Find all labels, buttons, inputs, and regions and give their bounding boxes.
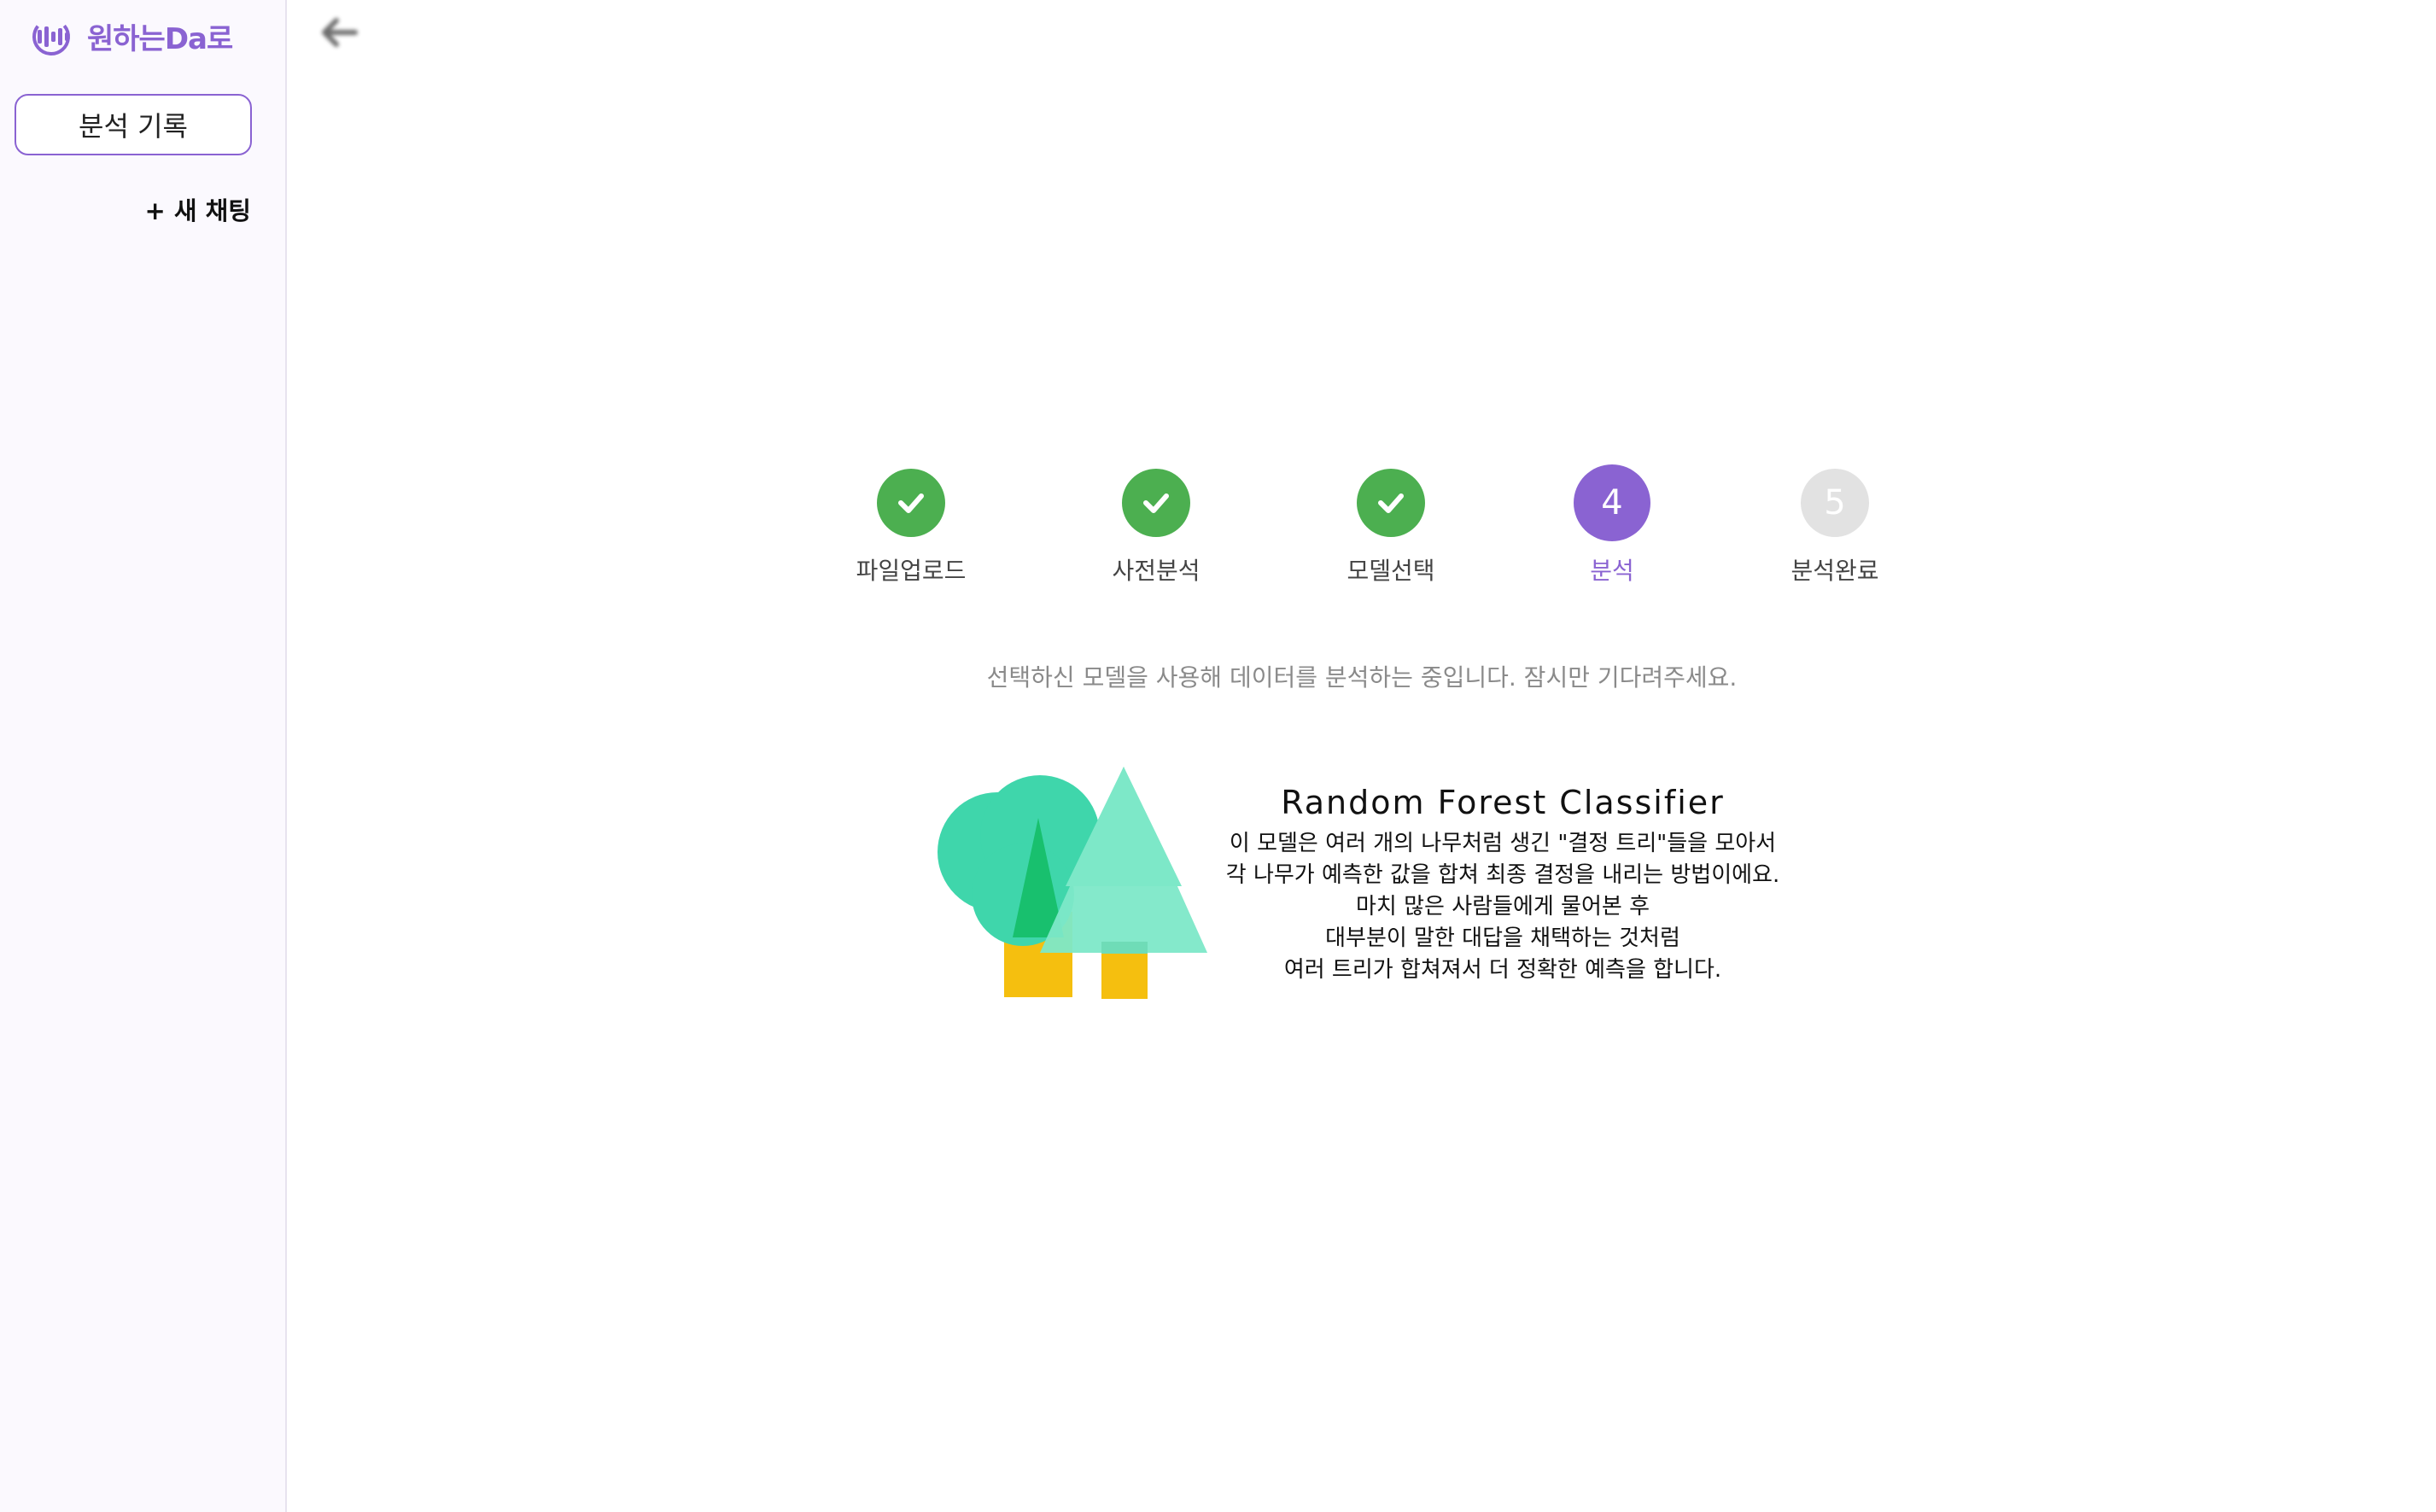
app-logo[interactable]: 원하는Da로: [31, 15, 233, 57]
status-message: 선택하신 모델을 사용해 데이터를 분석하는 중입니다. 잠시만 기다려주세요.: [986, 663, 1738, 692]
step-4-number: 4: [1574, 464, 1650, 541]
history-button[interactable]: 분석 기록: [15, 94, 252, 155]
back-arrow-icon[interactable]: [318, 15, 360, 50]
step-analysis-complete: 5 분석완료: [1732, 469, 1937, 587]
step-pre-analysis: 사전분석: [1054, 469, 1259, 587]
step-label: 모델선택: [1347, 557, 1435, 585]
logo-icon: [31, 16, 72, 57]
step-2-check-icon: [1122, 469, 1190, 537]
model-description-line: 대부분이 말한 대답을 채택하는 것처럼: [1325, 925, 1680, 951]
sidebar: 원하는Da로 분석 기록 + 새 채팅: [0, 0, 287, 1512]
step-1-check-icon: [877, 469, 945, 537]
app-root: 원하는Da로 분석 기록 + 새 채팅 파일업로드 사전분석 모델선택 4 분석…: [0, 0, 2436, 1512]
model-description-line: 여러 트리가 합쳐져서 더 정확한 예측을 합니다.: [1283, 957, 1722, 983]
step-model-select: 모델선택: [1288, 469, 1493, 587]
step-5-number: 5: [1801, 469, 1869, 537]
model-description-line: 마치 많은 사람들에게 물어본 후: [1355, 894, 1650, 919]
model-description-line: 각 나무가 예측한 값을 합쳐 최종 결정을 내리는 방법이에요.: [1225, 862, 1780, 888]
new-chat-button[interactable]: + 새 채팅: [144, 191, 251, 227]
step-file-upload: 파일업로드: [809, 469, 1014, 587]
model-description-line: 이 모델은 여러 개의 나무처럼 생긴 "결정 트리"들을 모아서: [1229, 831, 1777, 856]
step-analysis: 4 분석: [1510, 464, 1715, 587]
step-label: 사전분석: [1112, 557, 1200, 585]
step-3-check-icon: [1357, 469, 1425, 537]
step-label: 분석완료: [1790, 557, 1879, 585]
step-label: 분석: [1590, 557, 1634, 585]
progress-stepper: 파일업로드 사전분석 모델선택 4 분석 5 분석완료: [0, 0, 2436, 1512]
step-label: 파일업로드: [856, 557, 967, 585]
app-title: 원하는Da로: [87, 22, 233, 56]
model-title: Random Forest Classifier: [1281, 784, 1725, 821]
model-description: 이 모델은 여러 개의 나무처럼 생긴 "결정 트리"들을 모아서 각 나무가 …: [1161, 828, 1844, 986]
